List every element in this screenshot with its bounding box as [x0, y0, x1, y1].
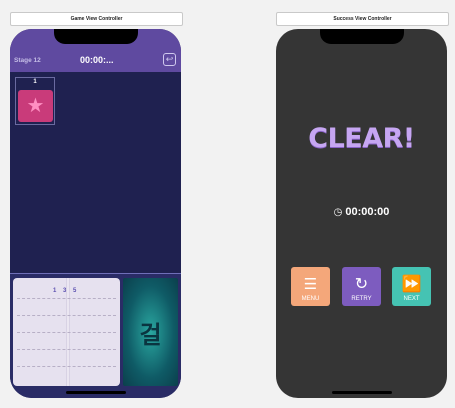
piece-slot[interactable]: 1 ★ [15, 77, 55, 125]
game-screen: Stage 12 00:00:... ↩ 1 ★ 1 3 5 걸 [10, 29, 181, 398]
success-screen: CLEAR! ◷ 00:00:00 ☰ MENU ↻ RETRY ⏩ NEXT [276, 29, 447, 398]
book-number: 3 [63, 288, 67, 294]
book-line [17, 315, 116, 316]
retry-icon: ↻ [354, 276, 369, 293]
game-timer: 00:00:... [80, 55, 114, 65]
list-icon: ☰ [303, 276, 318, 293]
open-book[interactable]: 1 3 5 [13, 278, 120, 386]
hangul-glyph: 걸 [139, 320, 162, 349]
next-button[interactable]: ⏩ NEXT [392, 267, 431, 306]
slot-number: 1 [33, 79, 37, 85]
menu-button[interactable]: ☰ MENU [291, 267, 330, 306]
book-line [17, 366, 116, 367]
home-indicator [331, 391, 392, 394]
elapsed-value: 00:00:00 [345, 206, 390, 218]
retry-label: RETRY [351, 296, 372, 302]
hangul-card[interactable]: 걸 [123, 278, 178, 386]
retry-button[interactable]: ↻ RETRY [342, 267, 381, 306]
game-scene-title: Game View Controller [10, 12, 183, 26]
clock-icon: ◷ [333, 207, 343, 218]
fast-forward-icon: ⏩ [401, 276, 422, 293]
book-line [17, 349, 116, 350]
bottom-panel: 1 3 5 걸 [10, 273, 181, 398]
menu-label: MENU [301, 296, 320, 302]
home-indicator [65, 391, 126, 394]
stage-label: Stage 12 [14, 57, 41, 64]
book-number: 1 [53, 288, 57, 294]
success-scene-title: Success View Controller [276, 12, 449, 26]
star-icon[interactable]: ★ [18, 90, 53, 122]
book-numbers: 1 3 5 [53, 288, 81, 294]
book-line [17, 298, 116, 299]
notch [53, 29, 138, 44]
notch [319, 29, 404, 44]
book-line [17, 332, 116, 333]
undo-icon[interactable]: ↩ [163, 53, 176, 66]
book-number: 5 [73, 288, 77, 294]
next-label: NEXT [403, 296, 420, 302]
elapsed-time: ◷ 00:00:00 [276, 206, 447, 218]
clear-title: CLEAR! [308, 123, 415, 154]
